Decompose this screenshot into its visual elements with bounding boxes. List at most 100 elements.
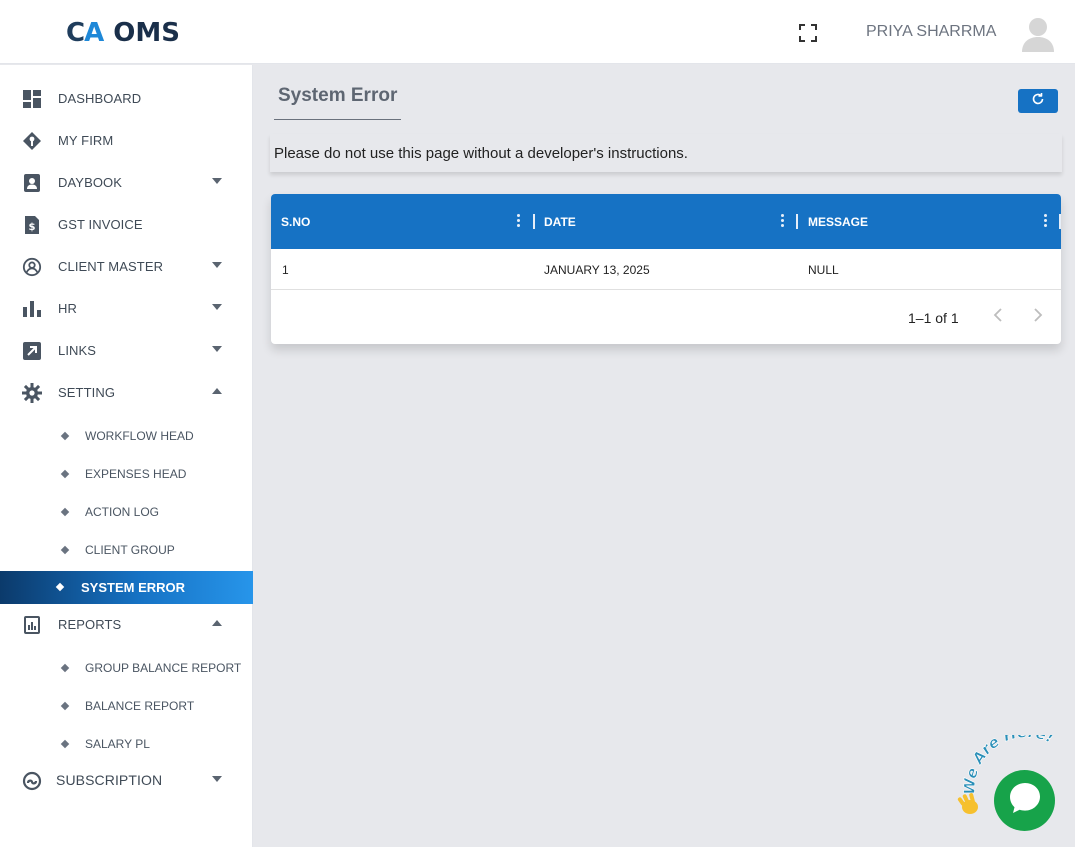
chevron-down-icon[interactable] <box>212 178 222 184</box>
bar-chart-icon <box>22 299 42 319</box>
chevron-up-icon[interactable] <box>212 620 222 626</box>
diamond-bullet-icon <box>60 507 70 517</box>
sidebar-item-label: REPORTS <box>58 616 122 632</box>
developer-notice: Please do not use this page without a de… <box>270 134 1062 172</box>
logo-text: OMS <box>113 18 180 48</box>
sidebar-item-label: GST INVOICE <box>58 216 143 232</box>
logo-mark: CA <box>66 18 104 48</box>
sidebar-item-hr[interactable]: HR <box>0 290 253 326</box>
waving-hand-icon <box>957 793 978 814</box>
sidebar-subitem-label: SYSTEM ERROR <box>81 580 186 595</box>
chevron-down-icon[interactable] <box>212 304 222 310</box>
subscription-icon <box>22 771 42 791</box>
user-name[interactable]: PRIYA SHARRMA <box>866 23 996 41</box>
sidebar-item-label: SUBSCRIPTION <box>56 772 163 788</box>
sidebar-item-setting[interactable]: SETTING <box>0 374 253 410</box>
dashboard-icon <box>22 89 42 109</box>
cell-sno: 1 <box>282 263 289 277</box>
cell-message: NULL <box>808 263 839 277</box>
sidebar-subitem-label: WORKFLOW HEAD <box>85 429 194 443</box>
sidebar-subitem-label: ACTION LOG <box>85 505 160 519</box>
sidebar-subitem-label: CLIENT GROUP <box>85 543 175 557</box>
previous-page-button[interactable] <box>989 307 1007 327</box>
contact-book-icon <box>22 173 42 193</box>
gear-icon <box>22 383 42 403</box>
invoice-icon: $ <box>22 215 42 235</box>
sidebar-subitem-workflow-head[interactable]: WORKFLOW HEAD <box>0 420 253 452</box>
column-menu-icon[interactable] <box>781 214 785 228</box>
chevron-left-icon <box>993 307 1003 327</box>
refresh-button[interactable] <box>1018 89 1058 113</box>
chat-open-button[interactable] <box>994 770 1055 831</box>
page-title: System Error <box>278 85 398 106</box>
title-underline <box>274 119 401 120</box>
sidebar-item-label: LINKS <box>58 342 97 358</box>
sidebar-item-daybook[interactable]: DAYBOOK <box>0 164 253 200</box>
notice-text: Please do not use this page without a de… <box>274 144 688 162</box>
sidebar-subitem-client-group[interactable]: CLIENT GROUP <box>0 534 253 566</box>
chevron-up-icon[interactable] <box>212 388 222 394</box>
link-arrow-icon <box>22 341 42 361</box>
column-resize-handle[interactable] <box>533 214 535 229</box>
sidebar-subitem-label: GROUP BALANCE REPORT <box>85 661 242 675</box>
sidebar-item-dashboard[interactable]: DASHBOARD <box>0 80 253 116</box>
sidebar-subitem-label: EXPENSES HEAD <box>85 467 187 481</box>
diamond-bullet-icon <box>60 469 70 479</box>
sidebar-subitem-action-log[interactable]: ACTION LOG <box>0 496 253 528</box>
sidebar-item-subscription[interactable]: SUBSCRIPTION <box>0 762 253 798</box>
sidebar-item-label: DAYBOOK <box>58 174 123 190</box>
chevron-down-icon[interactable] <box>212 346 222 352</box>
column-menu-icon[interactable] <box>517 214 521 228</box>
report-icon <box>22 615 42 635</box>
chevron-down-icon[interactable] <box>212 776 222 782</box>
column-header-sno[interactable]: S.NO <box>281 194 310 249</box>
sidebar-item-label: MY FIRM <box>58 132 114 148</box>
column-resize-handle[interactable] <box>796 214 798 229</box>
table-header: S.NO DATE MESSAGE <box>271 194 1061 249</box>
diamond-bullet-icon <box>60 663 70 673</box>
column-resize-handle[interactable] <box>1059 214 1061 229</box>
chevron-right-icon <box>1033 307 1043 327</box>
sidebar-item-label: SETTING <box>58 384 116 400</box>
column-menu-icon[interactable] <box>1044 214 1048 228</box>
sidebar-subitem-system-error[interactable]: SYSTEM ERROR <box>0 571 253 604</box>
diamond-bullet-icon <box>60 739 70 749</box>
sidebar-subitem-label: SALARY PL <box>85 737 150 751</box>
table-row[interactable]: 1 JANUARY 13, 2025 NULL <box>271 249 1061 290</box>
sidebar-item-links[interactable]: LINKS <box>0 332 253 368</box>
sidebar: DASHBOARD MY FIRM DAYBOOK $ GST INVOICE … <box>0 65 253 847</box>
sidebar-subitem-expenses-head[interactable]: EXPENSES HEAD <box>0 458 253 490</box>
next-page-button[interactable] <box>1029 307 1047 327</box>
pagination-info: 1–1 of 1 <box>908 310 959 326</box>
chevron-down-icon[interactable] <box>212 262 222 268</box>
sidebar-item-label: HR <box>58 300 77 316</box>
app-logo[interactable]: CA OMS <box>66 16 180 50</box>
client-circle-icon <box>22 257 42 277</box>
column-header-date[interactable]: DATE <box>544 194 576 249</box>
column-header-message[interactable]: MESSAGE <box>808 194 868 249</box>
sidebar-item-gst-invoice[interactable]: $ GST INVOICE <box>0 206 253 242</box>
diamond-bullet-icon <box>60 701 70 711</box>
diamond-bullet-icon <box>60 431 70 441</box>
sidebar-subitem-group-balance-report[interactable]: GROUP BALANCE REPORT <box>0 652 253 684</box>
top-header: CA OMS PRIYA SHARRMA <box>0 0 1075 64</box>
sidebar-item-label: CLIENT MASTER <box>58 258 164 274</box>
chat-widget[interactable]: We Are Here! <box>950 735 1075 835</box>
sidebar-subitem-salary-pl[interactable]: SALARY PL <box>0 728 253 760</box>
sidebar-item-client-master[interactable]: CLIENT MASTER <box>0 248 253 284</box>
content-band <box>254 344 1075 360</box>
user-avatar-icon[interactable] <box>1021 16 1055 52</box>
error-table: S.NO DATE MESSAGE 1 JANUARY 13, 2025 NUL… <box>271 194 1061 344</box>
fullscreen-icon[interactable] <box>798 23 818 43</box>
svg-text:$: $ <box>29 222 36 233</box>
sidebar-subitem-balance-report[interactable]: BALANCE REPORT <box>0 690 253 722</box>
diamond-bullet-icon <box>60 545 70 555</box>
sidebar-item-my-firm[interactable]: MY FIRM <box>0 122 253 158</box>
cell-date: JANUARY 13, 2025 <box>544 263 650 277</box>
sidebar-item-reports[interactable]: REPORTS <box>0 606 253 642</box>
sidebar-item-label: DASHBOARD <box>58 90 142 106</box>
refresh-icon <box>1031 92 1045 111</box>
sidebar-subitem-label: BALANCE REPORT <box>85 699 195 713</box>
diamond-bullet-icon <box>55 582 65 592</box>
firm-tag-icon <box>22 131 42 151</box>
